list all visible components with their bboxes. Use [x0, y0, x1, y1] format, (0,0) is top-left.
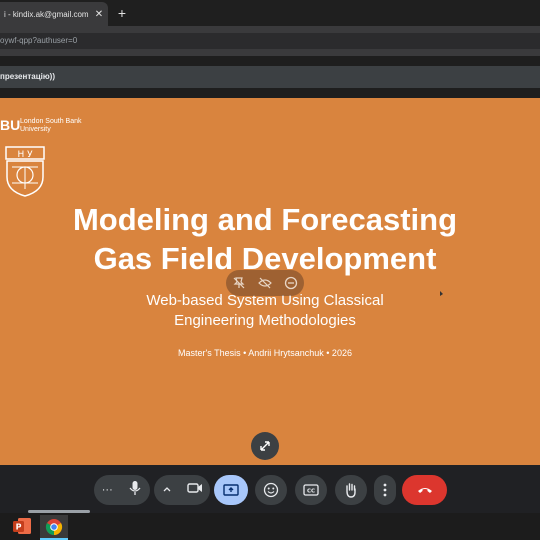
expand-icon: [260, 441, 270, 451]
svg-text:P: P: [16, 523, 22, 532]
captions-icon: CC: [303, 484, 319, 496]
end-call-icon: [417, 488, 432, 493]
slide-subtitle-line-2: Engineering Methodologies: [174, 312, 356, 329]
raise-hand-icon: [346, 483, 356, 498]
divider: [0, 88, 540, 98]
new-tab-button[interactable]: +: [114, 4, 130, 22]
captions-button[interactable]: CC: [295, 475, 327, 505]
camera-group: [154, 475, 210, 505]
remove-icon[interactable]: [282, 274, 300, 292]
more-options-button[interactable]: ···: [102, 484, 113, 496]
more-vert-icon: [383, 483, 387, 497]
meeting-toolbar: ··· CC: [0, 465, 540, 513]
svg-text:Н У: Н У: [17, 150, 33, 160]
fullscreen-expand-button[interactable]: [251, 432, 279, 460]
present-screen-icon: [223, 484, 239, 496]
present-screen-button[interactable]: [214, 475, 248, 505]
mouse-cursor-icon: [440, 291, 443, 296]
presentation-title: презентацію)): [0, 72, 55, 81]
divider: [0, 56, 540, 66]
tab-title: i - kindix.ak@gmail.com: [4, 9, 89, 19]
slide-title-line-1: Modeling and Forecasting: [72, 202, 458, 237]
url-field[interactable]: oywf-qpp?authuser=0: [0, 33, 540, 49]
camera-options-button[interactable]: [162, 481, 172, 499]
microphone-icon: [129, 480, 141, 495]
camera-icon: [186, 483, 202, 493]
taskbar-indicator: [28, 510, 90, 513]
presentation-title-bar: презентацію)): [0, 66, 540, 88]
emoji-icon: [263, 482, 279, 498]
taskbar-chrome-button[interactable]: [40, 515, 68, 539]
svg-text:CC: CC: [307, 489, 315, 495]
microphone-button[interactable]: [128, 480, 142, 501]
emoji-button[interactable]: [255, 475, 287, 505]
tab-close-icon[interactable]: ✕: [92, 9, 106, 20]
chevron-up-icon: [163, 487, 170, 492]
visibility-off-icon[interactable]: [256, 274, 274, 292]
powerpoint-icon[interactable]: P: [12, 516, 32, 536]
university-name: London South Bank University: [20, 118, 82, 133]
pin-off-icon[interactable]: [230, 274, 248, 292]
end-call-button[interactable]: [402, 475, 447, 505]
presentation-overlay-controls: [226, 270, 304, 296]
camera-button[interactable]: [186, 481, 203, 499]
more-vert-button[interactable]: [374, 475, 396, 505]
browser-tab[interactable]: i - kindix.ak@gmail.com ✕: [0, 2, 108, 26]
raise-hand-button[interactable]: [335, 475, 367, 505]
chrome-icon: [45, 519, 63, 536]
more-options-mic-group: ···: [94, 475, 150, 505]
os-taskbar: [0, 513, 540, 540]
slide-meta: Master's Thesis • Andrii Hrytsanchuk • 2…: [178, 348, 352, 358]
crest-icon: Н У: [5, 146, 45, 197]
university-logo-mark: BU: [0, 117, 21, 133]
